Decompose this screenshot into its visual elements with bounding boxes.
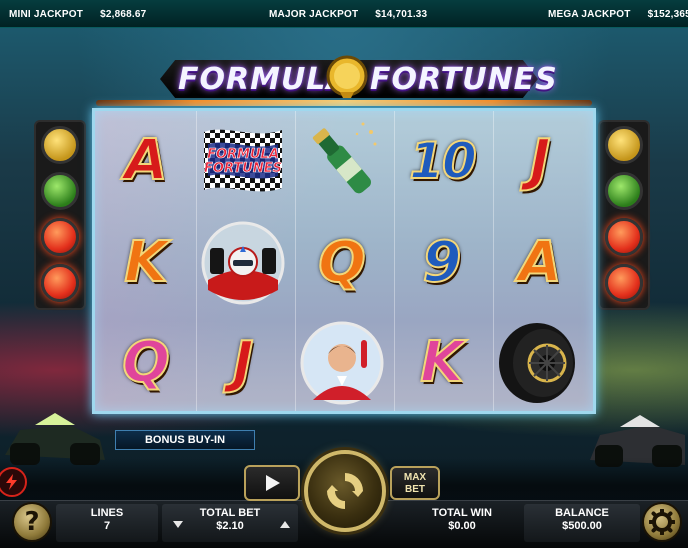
max-bet-button[interactable]: MAX BET	[390, 466, 440, 500]
symbol-letter: K	[419, 330, 464, 395]
symbol-Q: Q	[299, 220, 385, 306]
gear-icon	[649, 509, 675, 535]
symbol-J: J	[200, 320, 286, 406]
symbol-letter: A	[517, 230, 562, 295]
symbol-letter: Q	[121, 330, 171, 395]
jackpot-bar: MINI JACKPOT $2,868.67 MAJOR JACKPOT $14…	[0, 0, 688, 28]
symbol-letter: J	[529, 128, 552, 193]
mega-jackpot-value: $152,365.59	[647, 9, 688, 20]
mini-jackpot-label: MINI JACKPOT	[9, 9, 84, 20]
symbol-racing-driver	[299, 320, 385, 406]
bet-decrease-button[interactable]	[173, 521, 183, 528]
symbol-letter: K	[123, 230, 168, 295]
symbol-letter: J	[232, 330, 255, 395]
red-lamp-icon	[41, 264, 79, 302]
autoplay-play-button[interactable]	[244, 465, 300, 501]
mega-jackpot: MEGA JACKPOT $152,365.59	[548, 9, 688, 20]
reel-divider	[394, 111, 395, 411]
driver-car-icon	[201, 221, 285, 305]
traffic-light-left	[34, 120, 86, 310]
balance-value: $500.00	[562, 520, 602, 532]
mini-jackpot-value: $2,868.67	[100, 9, 147, 20]
racing-driver-icon	[300, 321, 384, 405]
mega-jackpot-label: MEGA JACKPOT	[548, 9, 631, 20]
symbol-10: 10	[399, 118, 485, 204]
symbol-champagne	[299, 118, 385, 204]
symbol-letter: A	[123, 128, 168, 193]
symbol-number: 9	[422, 230, 463, 295]
symbol-Q: Q	[103, 320, 189, 406]
game-logo: FORMULA FORTUNES	[160, 54, 557, 104]
total-bet-label: TOTAL BET	[199, 507, 261, 519]
symbol-9: 9	[399, 220, 485, 306]
red-lamp-icon	[41, 218, 79, 256]
balance-field: BALANCE $500.00	[524, 504, 640, 542]
symbol-J: J	[497, 118, 583, 204]
champagne-bottle-icon	[312, 122, 377, 194]
max-bet-line1: MAX	[403, 472, 427, 483]
bet-increase-button[interactable]	[280, 521, 290, 528]
mini-jackpot: MINI JACKPOT $2,868.67	[9, 9, 146, 20]
traffic-light-right	[598, 120, 650, 310]
balance-label: BALANCE	[555, 507, 609, 519]
symbol-A: A	[497, 220, 583, 306]
total-win-label: TOTAL WIN	[432, 507, 492, 519]
help-button[interactable]: ?	[12, 502, 52, 542]
flag-text-formula: FORMULA	[207, 147, 279, 162]
total-win-value: $0.00	[448, 520, 476, 532]
yellow-lamp-icon	[605, 126, 643, 164]
major-jackpot-label: MAJOR JACKPOT	[269, 9, 359, 20]
lines-field: LINES 7	[56, 504, 158, 542]
major-jackpot: MAJOR JACKPOT $14,701.33	[269, 9, 427, 20]
reel-divider	[196, 111, 197, 411]
lines-label: LINES	[90, 507, 124, 519]
bonus-buy-in-button[interactable]: BONUS BUY-IN	[115, 430, 255, 450]
total-win-field: TOTAL WIN $0.00	[404, 504, 520, 542]
help-icon: ?	[24, 507, 40, 537]
max-bet-line2: BET	[405, 484, 425, 495]
symbol-K: K	[103, 220, 189, 306]
symbol-number: 10	[408, 132, 478, 190]
symbol-driver-in-car	[200, 220, 286, 306]
lines-value: 7	[103, 520, 111, 532]
lightning-icon	[6, 474, 17, 490]
symbol-tire	[497, 320, 583, 406]
yellow-lamp-icon	[41, 126, 79, 164]
major-jackpot-value: $14,701.33	[375, 9, 428, 20]
settings-button[interactable]	[642, 502, 682, 542]
reel-divider	[493, 111, 494, 411]
green-lamp-icon	[605, 172, 643, 210]
checkered-flag-icon: FORMULA FORTUNES	[204, 129, 282, 192]
trophy-badge-icon	[326, 55, 368, 98]
spin-icon	[327, 473, 363, 509]
spin-button[interactable]	[304, 450, 386, 532]
red-lamp-icon	[605, 264, 643, 302]
symbol-A: A	[103, 118, 189, 204]
reel-top-light	[96, 100, 592, 106]
red-lamp-icon	[605, 218, 643, 256]
flag-text-fortunes: FORTUNES	[204, 161, 282, 176]
green-lamp-icon	[41, 172, 79, 210]
reel-divider	[295, 111, 296, 411]
racing-tire-icon	[499, 323, 575, 403]
play-icon	[266, 475, 280, 491]
logo-word-fortunes: FORTUNES	[370, 62, 558, 97]
symbol-K: K	[399, 320, 485, 406]
symbol-formula-fortunes-flag: FORMULA FORTUNES	[200, 118, 286, 204]
symbol-letter: Q	[317, 230, 367, 295]
